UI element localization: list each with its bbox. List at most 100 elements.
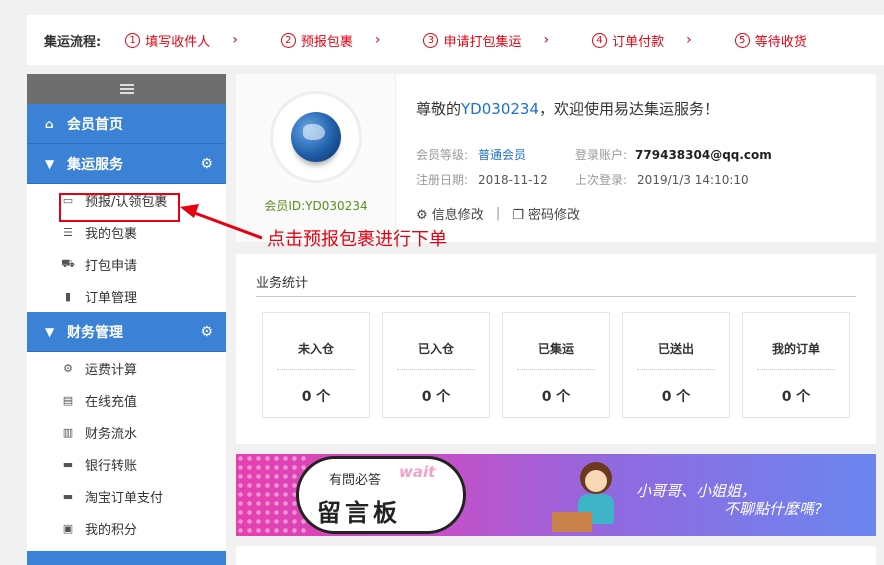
- profile-panel: 会员ID:YD030234 尊敬的YD030234，欢迎使用易达集运服务！ 会员…: [236, 74, 876, 242]
- banner-line-2: 不聊點什麼嗎?: [724, 500, 822, 518]
- sidebar-section-label: 财务管理: [67, 324, 123, 341]
- last-value: 2019/1/3 14:10:10: [637, 173, 749, 187]
- step-number: 4: [592, 32, 608, 48]
- divider: [256, 296, 856, 297]
- divider: [637, 369, 715, 370]
- step-text: 等待收货: [754, 34, 807, 50]
- process-step-2[interactable]: 2 预报包裹: [280, 31, 353, 50]
- stat-card-stored[interactable]: 已入仓 0 个: [382, 312, 490, 418]
- process-step-1[interactable]: 1 填写收件人: [125, 31, 210, 50]
- sidebar-item-label: 运费计算: [85, 362, 138, 378]
- process-step-5[interactable]: 5 等待收货: [734, 31, 807, 50]
- sidebar-item-label: 淘宝订单支付: [85, 490, 164, 506]
- globe-icon: [291, 112, 341, 162]
- sidebar-section-label: 集运服务: [67, 156, 123, 173]
- banner-small-text: 有問必答: [329, 473, 382, 488]
- speech-cloud: 有問必答 wait 留言板: [296, 456, 466, 534]
- sidebar-toggle[interactable]: [27, 74, 226, 104]
- sidebar-item-label: 会员首页: [67, 116, 123, 133]
- step-number: 3: [423, 32, 439, 48]
- divider: |: [495, 206, 501, 221]
- stat-card-shipped[interactable]: 已送出 0 个: [622, 312, 730, 418]
- bar-chart-icon: ▥: [62, 425, 74, 439]
- stat-value: 0 个: [421, 389, 451, 405]
- girl-illustration: [552, 462, 626, 534]
- sidebar-item-taobao-pay[interactable]: ▬ 淘宝订单支付: [27, 480, 226, 512]
- stat-label: 未入仓: [297, 342, 334, 356]
- sidebar-item-label: 在线充值: [85, 394, 138, 410]
- sidebar-item-finance-flow[interactable]: ▥ 财务流水: [27, 416, 226, 448]
- chevron-right-icon: ›: [374, 32, 381, 48]
- stat-value: 0 个: [661, 389, 691, 405]
- account-row: 登录账户: 779438304@qq.com: [575, 146, 772, 163]
- welcome-text: 尊敬的YD030234，欢迎使用易达集运服务！: [416, 98, 719, 119]
- sidebar: ⌂ 会员首页 ▼ 集运服务 ⚙ ▭ 预报/认领包裹 ☰ 我的包裹 ⛟ 打包申请 ▮ 订单…: [27, 74, 226, 565]
- sidebar-item-orders[interactable]: ▮ 订单管理: [27, 280, 226, 312]
- sidebar-item-label: 我的积分: [85, 522, 138, 538]
- step-text: 申请打包集运: [443, 34, 522, 50]
- gear-icon[interactable]: ⚙: [200, 156, 213, 172]
- level-value[interactable]: 普通会员: [478, 148, 526, 162]
- stat-label: 已入仓: [417, 342, 454, 356]
- stat-card-consolidated[interactable]: 已集运 0 个: [502, 312, 610, 418]
- cogs-icon: ⚙: [63, 361, 73, 375]
- banner-title: 留言板: [317, 499, 401, 527]
- bottom-panel: [236, 546, 876, 565]
- sidebar-item-pack-request[interactable]: ⛟ 打包申请: [27, 248, 226, 280]
- welcome-user: YD030234: [461, 100, 539, 118]
- credit-card-icon: ▬: [62, 457, 74, 471]
- process-label: 集运流程:: [44, 34, 102, 50]
- money-icon: ▤: [62, 393, 74, 407]
- stat-card-my-orders[interactable]: 我的订单 0 个: [742, 312, 850, 418]
- sidebar-item-freight-calc[interactable]: ⚙ 运费计算: [27, 352, 226, 384]
- step-number: 5: [734, 32, 750, 48]
- stat-label: 已送出: [657, 342, 694, 356]
- welcome-prefix: 尊敬的: [416, 100, 462, 118]
- divider: [397, 369, 475, 370]
- desk: [552, 512, 592, 532]
- divider: [277, 369, 355, 370]
- chevron-right-icon: ›: [543, 32, 550, 48]
- step-text: 预报包裹: [300, 34, 353, 50]
- gear-icon[interactable]: ⚙: [200, 324, 213, 340]
- caret-down-icon: ▼: [45, 156, 55, 171]
- account-value: 779438304@qq.com: [635, 148, 772, 162]
- sidebar-section-finance[interactable]: ▼ 财务管理 ⚙: [27, 312, 226, 352]
- process-step-4[interactable]: 4 订单付款: [592, 31, 664, 50]
- reg-value: 2018-11-12: [478, 173, 548, 187]
- message-board-banner[interactable]: 有問必答 wait 留言板 小哥哥、小姐姐， 不聊點什麼嗎?: [236, 454, 876, 536]
- credit-card-icon: ▬: [62, 489, 74, 503]
- list-icon: ☰: [63, 225, 73, 239]
- sidebar-item-label: 我的包裹: [85, 226, 138, 242]
- girl-face: [585, 470, 607, 492]
- avatar: [270, 91, 362, 183]
- account-label: 登录账户:: [575, 148, 628, 162]
- menu-icon: [119, 84, 134, 94]
- divider: [517, 369, 595, 370]
- stats-panel: 业务统计 未入仓 0 个 已入仓 0 个 已集运 0 个 已送出 0 个 我的订单 0 个: [236, 254, 876, 444]
- edit-info-label: 信息修改: [431, 208, 484, 223]
- caret-down-icon: ▼: [45, 324, 55, 339]
- sidebar-item-bank-transfer[interactable]: ▬ 银行转账: [27, 448, 226, 480]
- edit-password-link[interactable]: ❐ 密码修改: [512, 204, 580, 223]
- level-label: 会员等级:: [416, 148, 469, 162]
- chevron-right-icon: ›: [686, 32, 692, 48]
- sidebar-item-home[interactable]: ⌂ 会员首页: [27, 104, 226, 144]
- sidebar-section-shipping[interactable]: ▼ 集运服务 ⚙: [27, 144, 226, 184]
- process-step-3[interactable]: 3 申请打包集运: [423, 31, 521, 50]
- stat-card-not-stored[interactable]: 未入仓 0 个: [262, 312, 370, 418]
- stat-value: 0 个: [301, 389, 331, 405]
- member-id: 会员ID:YD030234: [264, 199, 368, 213]
- stat-label: 已集运: [537, 342, 574, 356]
- book-icon: ▮: [64, 289, 72, 303]
- sidebar-item-label: 打包申请: [85, 258, 138, 274]
- sidebar-section-next[interactable]: [27, 551, 226, 565]
- sidebar-item-recharge[interactable]: ▤ 在线充值: [27, 384, 226, 416]
- edit-info-link[interactable]: ⚙ 信息修改: [416, 204, 484, 223]
- last-login-row: 上次登录: 2019/1/3 14:10:10: [575, 171, 749, 188]
- sidebar-item-points[interactable]: ▣ 我的积分: [27, 512, 226, 544]
- register-date-row: 注册日期: 2018-11-12: [416, 171, 548, 188]
- reg-label: 注册日期:: [416, 173, 469, 187]
- edit-pwd-label: 密码修改: [528, 208, 581, 223]
- sidebar-item-label: 银行转账: [85, 458, 138, 474]
